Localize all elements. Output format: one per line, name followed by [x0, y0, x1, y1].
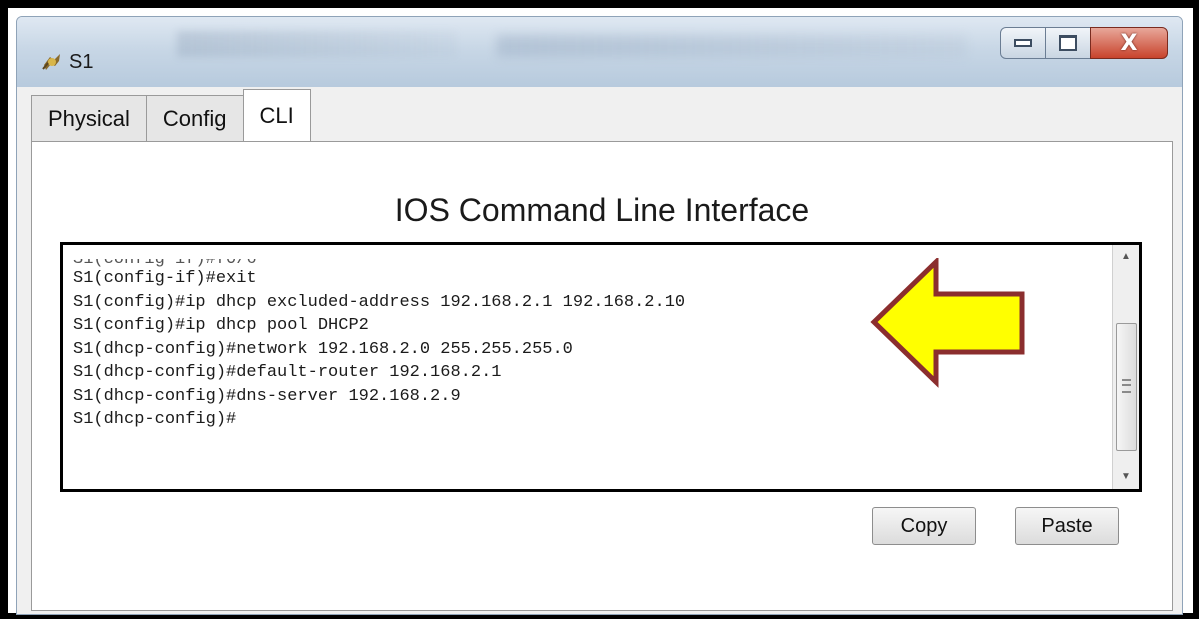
paste-button[interactable]: Paste [1015, 507, 1119, 545]
tab-config[interactable]: Config [145, 95, 244, 141]
maximize-button[interactable] [1045, 27, 1091, 59]
cli-heading: IOS Command Line Interface [394, 192, 810, 228]
tab-bar: Physical Config CLI [31, 89, 311, 141]
close-button[interactable]: X [1090, 27, 1168, 59]
copy-button[interactable]: Copy [872, 507, 976, 545]
vertical-scrollbar[interactable]: ▲ ▼ [1112, 245, 1139, 489]
minimize-button[interactable] [1000, 27, 1046, 59]
maximize-icon [1059, 35, 1077, 51]
terminal-prompt: S1(dhcp-config)# [73, 410, 237, 429]
minimize-icon [1014, 39, 1032, 47]
caption-buttons: X [1000, 27, 1168, 63]
blurred-title-area [497, 35, 967, 57]
tab-cli[interactable]: CLI [242, 89, 311, 141]
tab-physical[interactable]: Physical [31, 95, 147, 141]
terminal-line: S1(dhcp-config)#dns-server 192.168.2.9 [73, 386, 461, 406]
scroll-down-icon[interactable]: ▼ [1113, 465, 1139, 489]
blurred-title-area [177, 31, 457, 57]
title-bar[interactable]: S1 X [17, 17, 1182, 87]
scroll-up-icon[interactable]: ▲ [1113, 245, 1139, 269]
grip-icon [1122, 379, 1131, 393]
window-title: S1 [69, 51, 94, 73]
scrollbar-thumb[interactable] [1116, 323, 1137, 451]
close-icon: X [1120, 30, 1138, 56]
packet-tracer-switch-icon [42, 54, 60, 70]
left-arrow-annotation-icon [870, 258, 1025, 388]
